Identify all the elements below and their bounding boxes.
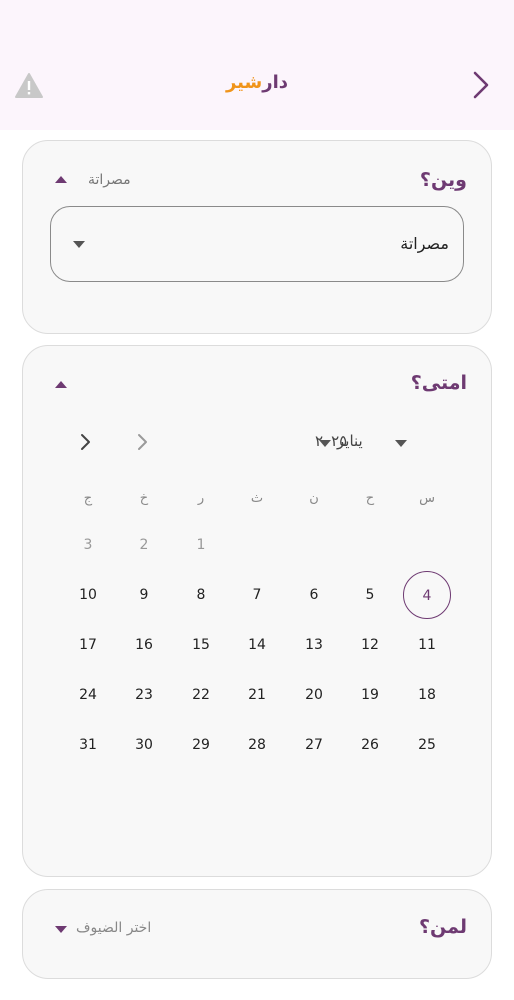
calendar-day[interactable]: 26 — [346, 721, 394, 769]
calendar-day[interactable]: 27 — [290, 721, 338, 769]
calendar-day[interactable]: 10 — [64, 571, 112, 619]
weekday-label: س — [419, 491, 435, 506]
calendar-day[interactable]: 23 — [120, 671, 168, 719]
guests-select[interactable]: اختر الضيوف — [76, 920, 151, 936]
when-title: امتى؟ — [410, 372, 467, 394]
who-card: لمن؟ اختر الضيوف — [22, 889, 492, 979]
where-card: وين؟ مصراتة مصراتة — [22, 140, 492, 334]
app-header: دارشير — [0, 0, 514, 130]
calendar-day[interactable]: 30 — [120, 721, 168, 769]
chevron-right-icon — [138, 434, 147, 450]
calendar-day[interactable]: 29 — [177, 721, 225, 769]
warning-icon — [15, 73, 43, 98]
calendar-day[interactable]: 14 — [233, 621, 281, 669]
when-card: امتى؟ يناير ٢٠٢٥ س ح ن ث ر خ ج 1 2 3 4 5… — [22, 345, 492, 877]
month-dropdown-icon — [395, 440, 407, 447]
where-summary: مصراتة — [88, 172, 131, 188]
who-title: لمن؟ — [419, 916, 467, 938]
chevron-right-icon — [81, 434, 90, 450]
calendar-day[interactable]: 18 — [403, 671, 451, 719]
back-button[interactable] — [466, 68, 496, 102]
weekday-label: ح — [365, 491, 375, 506]
calendar-day[interactable]: 6 — [290, 571, 338, 619]
calendar-day[interactable]: 15 — [177, 621, 225, 669]
calendar-day[interactable]: 7 — [233, 571, 281, 619]
calendar-day[interactable]: 12 — [346, 621, 394, 669]
collapse-when-icon[interactable] — [55, 381, 67, 388]
weekday-label: ج — [83, 491, 93, 506]
calendar-day[interactable]: 20 — [290, 671, 338, 719]
calendar-day[interactable]: 9 — [120, 571, 168, 619]
app-logo: دارشير — [180, 72, 334, 93]
calendar-day[interactable]: 5 — [346, 571, 394, 619]
calendar-day[interactable]: 13 — [290, 621, 338, 669]
calendar-day: 2 — [139, 537, 149, 553]
year-dropdown-icon — [319, 440, 331, 447]
weekday-label: ث — [250, 491, 264, 506]
weekday-label: ر — [197, 491, 205, 506]
calendar-day[interactable]: 21 — [233, 671, 281, 719]
next-month-button[interactable] — [73, 430, 97, 454]
calendar-day[interactable]: 17 — [64, 621, 112, 669]
calendar-day[interactable]: 16 — [120, 621, 168, 669]
chevron-down-icon — [73, 241, 85, 248]
calendar-day: 1 — [196, 537, 206, 553]
calendar-day[interactable]: 19 — [346, 671, 394, 719]
calendar-day[interactable]: 25 — [403, 721, 451, 769]
city-dropdown-value: مصراتة — [400, 234, 449, 253]
previous-month-button[interactable] — [130, 430, 154, 454]
collapse-where-icon[interactable] — [55, 176, 67, 183]
city-dropdown[interactable]: مصراتة — [50, 206, 464, 282]
calendar-day[interactable]: 24 — [64, 671, 112, 719]
calendar-day[interactable]: 11 — [403, 621, 451, 669]
calendar-day[interactable]: 28 — [233, 721, 281, 769]
weekday-label: خ — [139, 491, 149, 506]
calendar-day[interactable]: 22 — [177, 671, 225, 719]
chevron-down-icon — [55, 926, 67, 933]
logo-part-1: دار — [262, 72, 289, 93]
chevron-right-icon — [473, 71, 489, 99]
calendar-day[interactable]: 8 — [177, 571, 225, 619]
calendar-day[interactable]: 31 — [64, 721, 112, 769]
where-title: وين؟ — [419, 169, 467, 191]
calendar-day: 3 — [83, 537, 93, 553]
logo-part-2: شير — [225, 72, 263, 93]
selected-day[interactable]: 4 — [403, 571, 451, 619]
weekday-label: ن — [309, 491, 319, 506]
warning-button[interactable] — [14, 72, 44, 100]
